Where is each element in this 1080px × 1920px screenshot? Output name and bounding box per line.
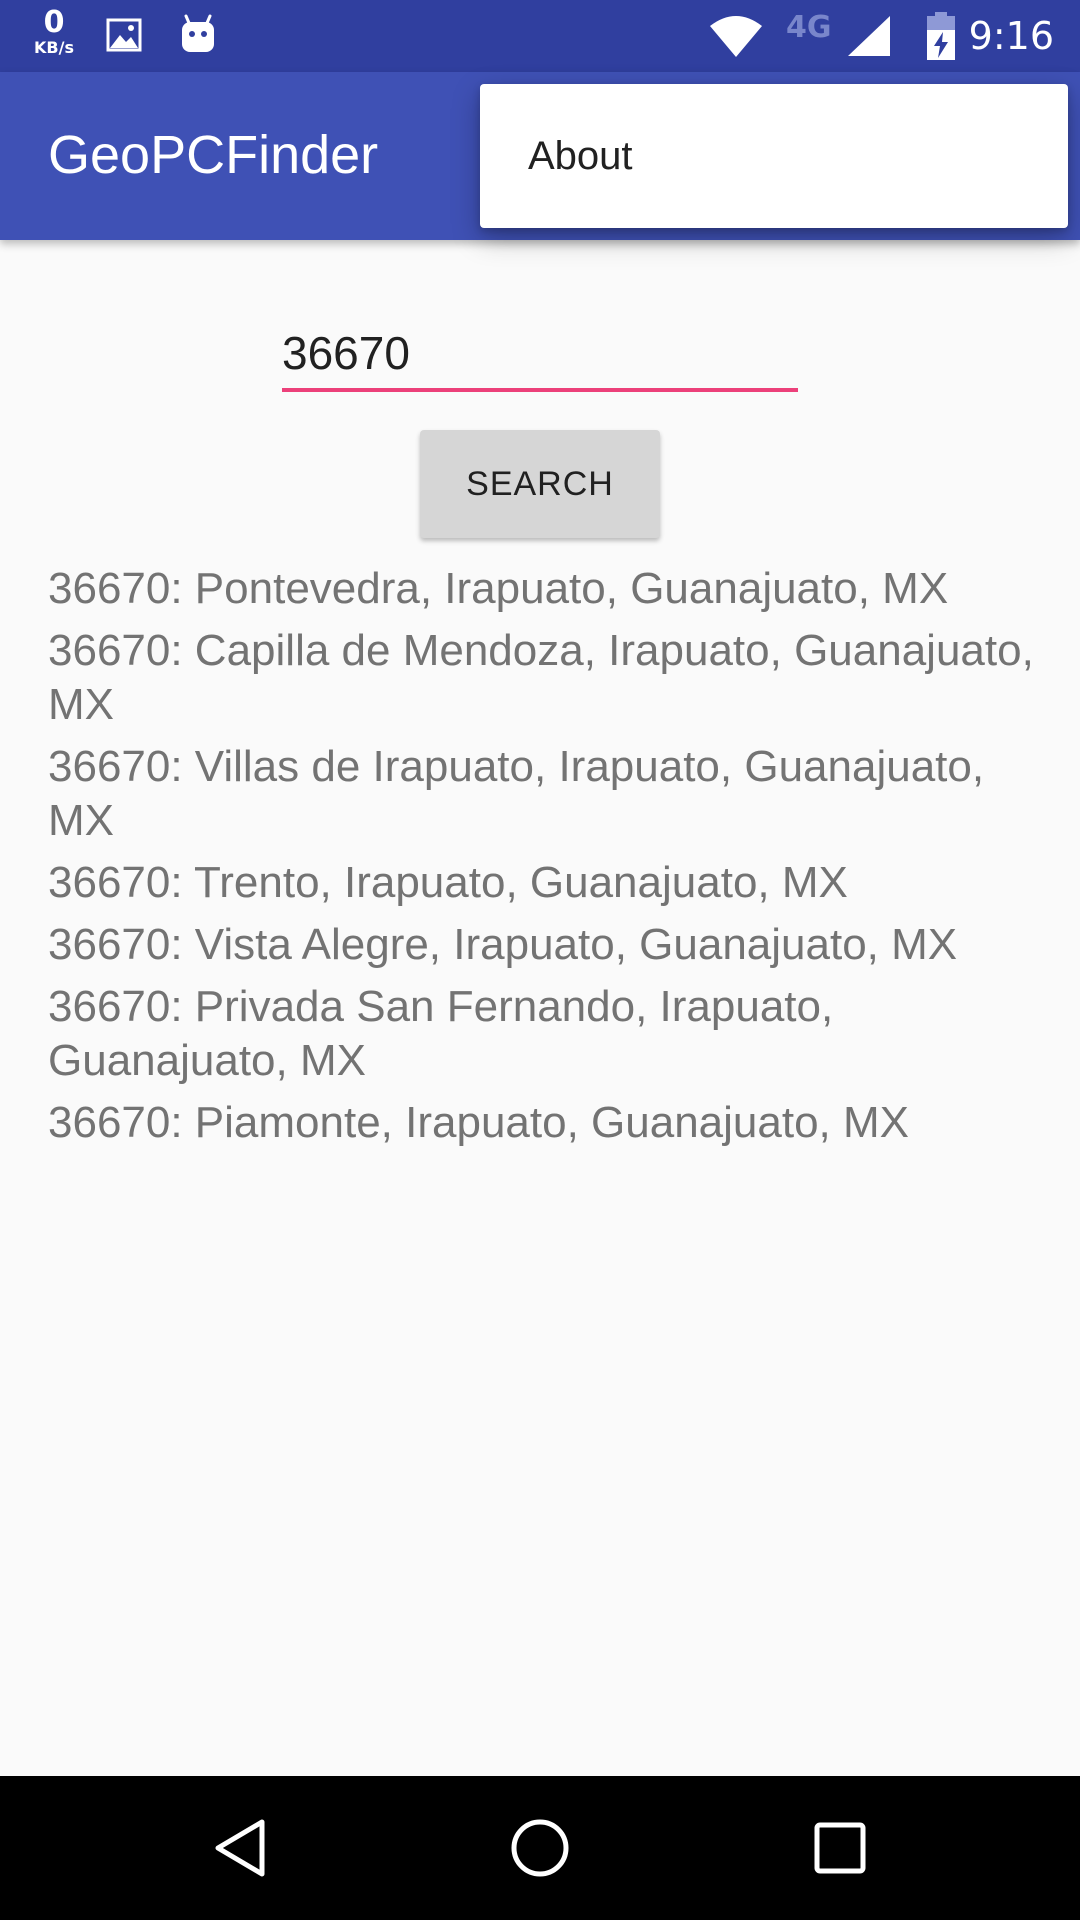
- list-item: 36670: Capilla de Mendoza, Irapuato, Gua…: [48, 626, 1034, 729]
- list-item: 36670: Trento, Irapuato, Guanajuato, MX: [48, 858, 848, 907]
- list-item: 36670: Villas de Irapuato, Irapuato, Gua…: [48, 742, 985, 845]
- recents-button[interactable]: [800, 1812, 880, 1884]
- list-item: 36670: Pontevedra, Irapuato, Guanajuato,…: [48, 564, 949, 613]
- list-item: 36670: Privada San Fernando, Irapuato, G…: [48, 982, 834, 1085]
- gallery-icon: [106, 18, 142, 56]
- wifi-icon: [708, 14, 764, 62]
- android-icon: [178, 14, 218, 58]
- navigation-bar: [0, 1776, 1080, 1920]
- home-icon: [511, 1819, 569, 1877]
- list-item: 36670: Piamonte, Irapuato, Guanajuato, M…: [48, 1098, 910, 1147]
- network-type-label: 4G: [786, 10, 832, 45]
- menu-item-about[interactable]: About: [480, 84, 1068, 228]
- app-title: GeoPCFinder: [48, 125, 379, 185]
- battery-charging-icon: [926, 12, 956, 64]
- postal-code-input[interactable]: [282, 318, 798, 392]
- back-button[interactable]: [200, 1812, 280, 1884]
- results-list: 36670: Pontevedra, Irapuato, Guanajuato,…: [48, 562, 1038, 1158]
- search-button[interactable]: SEARCH: [420, 430, 660, 538]
- status-clock: 9:16: [968, 14, 1054, 58]
- overflow-menu: About: [480, 84, 1068, 228]
- signal-icon: [846, 16, 892, 62]
- back-icon: [215, 1819, 265, 1877]
- home-button[interactable]: [500, 1812, 580, 1884]
- recents-icon: [814, 1822, 866, 1874]
- network-speed-indicator: 0 KB/s: [26, 8, 82, 56]
- status-bar: 0 KB/s 4G 9:16: [0, 0, 1080, 72]
- network-speed-value: 0: [43, 5, 65, 40]
- network-speed-unit: KB/s: [34, 38, 74, 57]
- list-item: 36670: Vista Alegre, Irapuato, Guanajuat…: [48, 920, 958, 969]
